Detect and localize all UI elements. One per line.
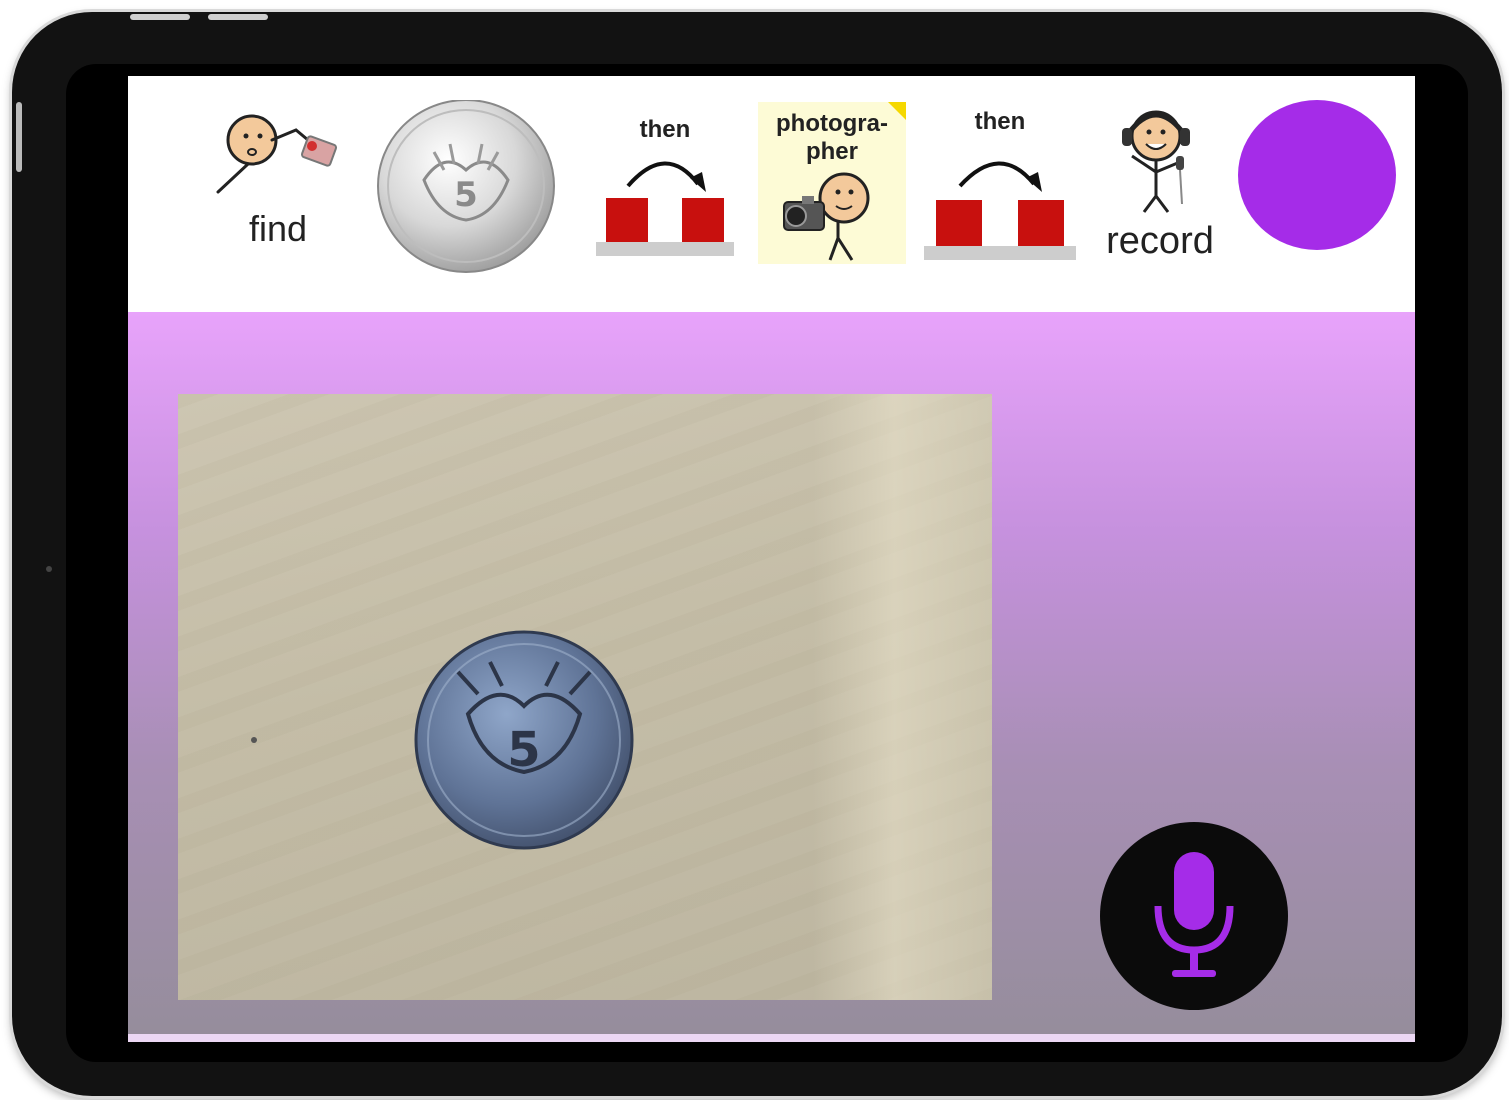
schedule-item-label: then bbox=[974, 108, 1026, 135]
coin-icon: 5 bbox=[251, 630, 634, 850]
microphone-icon bbox=[1154, 852, 1234, 977]
schedule-item-record[interactable]: record bbox=[1098, 100, 1222, 276]
top-button bbox=[130, 14, 190, 20]
schedule-item-then[interactable]: then bbox=[924, 100, 1076, 276]
schedule-item-then[interactable]: then bbox=[594, 100, 736, 276]
side-button bbox=[16, 102, 22, 172]
top-button bbox=[208, 14, 268, 20]
schedule-item-label: record bbox=[1106, 220, 1214, 262]
schedule-item-label: find bbox=[248, 208, 308, 249]
status-indicator bbox=[1238, 100, 1396, 250]
visual-schedule-bar: find 5 then photogra- pher then record bbox=[128, 76, 1415, 312]
coin-icon: 5 bbox=[377, 100, 555, 273]
camera-view-area: 5 bbox=[128, 312, 1415, 1042]
microphone-button[interactable] bbox=[1100, 822, 1288, 1010]
record-person-icon bbox=[1122, 110, 1190, 213]
schedule-item-find[interactable]: find bbox=[208, 100, 348, 276]
camera-preview[interactable]: 5 bbox=[178, 394, 992, 1000]
schedule-item-photographer[interactable]: photogra- pher bbox=[758, 102, 906, 264]
app-screen: find 5 then photogra- pher then record 5 bbox=[128, 76, 1415, 1042]
schedule-item-coin[interactable]: 5 bbox=[374, 100, 558, 276]
find-person-icon bbox=[216, 114, 338, 194]
svg-text:5: 5 bbox=[507, 722, 540, 778]
schedule-item-label: then bbox=[639, 116, 691, 143]
camera-dot bbox=[46, 566, 52, 572]
schedule-item-label: photogra- pher bbox=[776, 110, 888, 165]
svg-text:5: 5 bbox=[454, 175, 478, 215]
